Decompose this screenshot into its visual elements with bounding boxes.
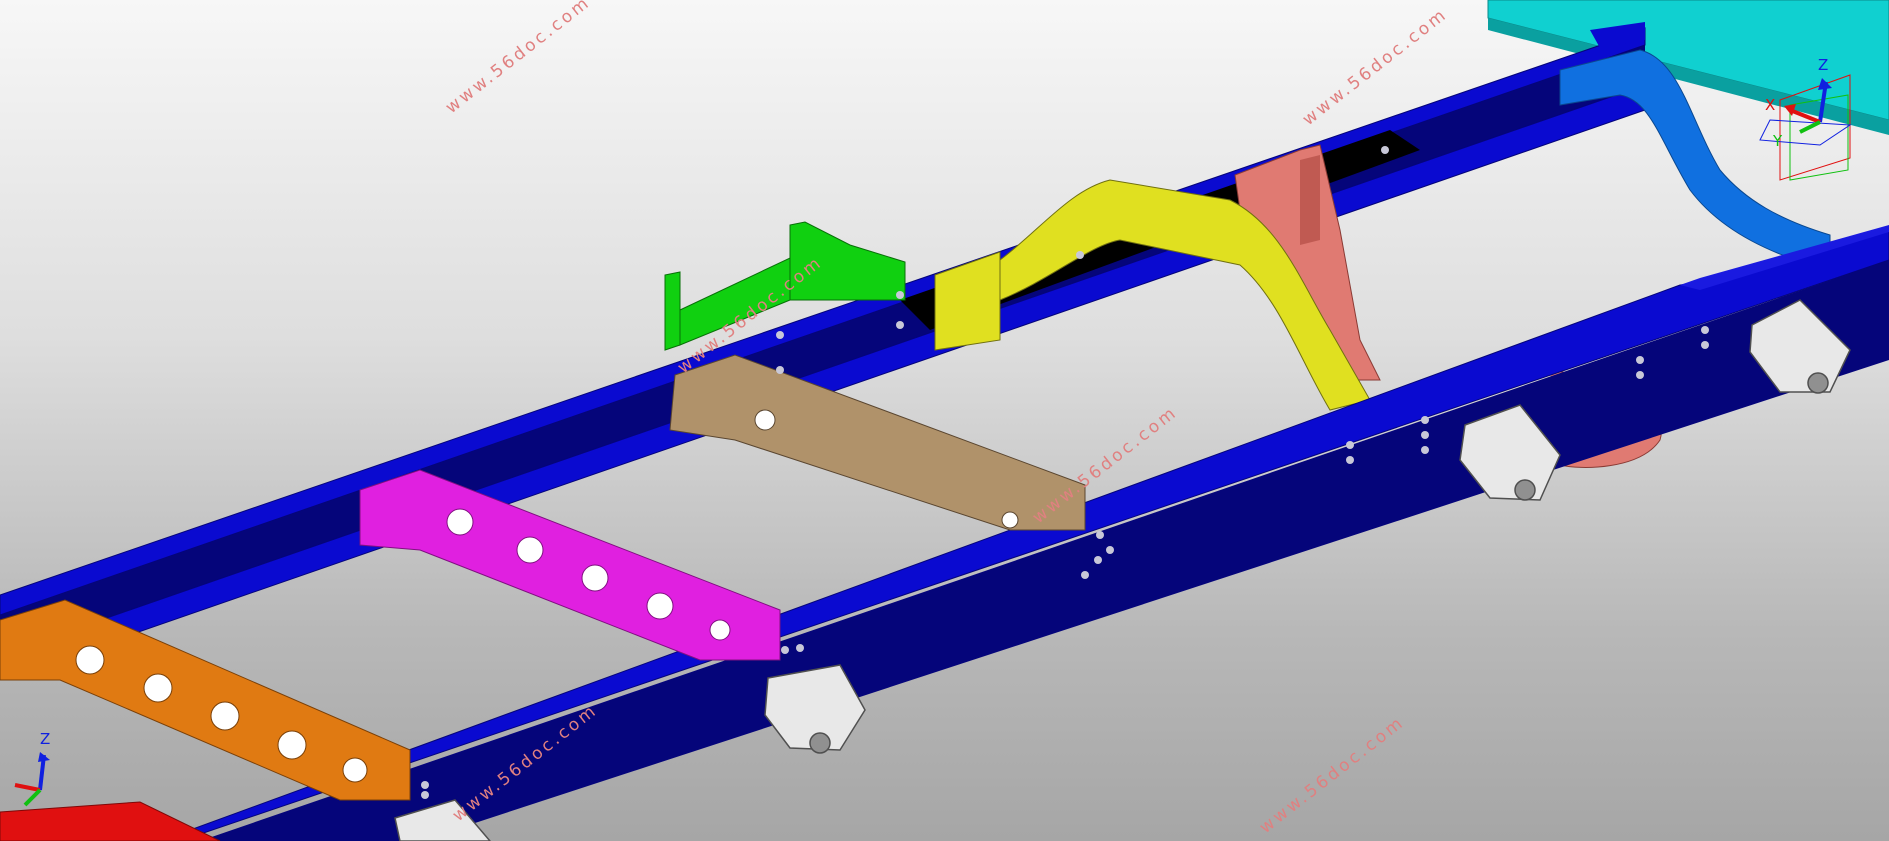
orange-crossmember[interactable]	[0, 599, 411, 801]
corner-orientation-triad	[14, 752, 50, 807]
magenta-crossmember[interactable]	[359, 469, 781, 661]
red-part[interactable]	[0, 801, 221, 841]
z-axis-label: Z	[1818, 56, 1829, 74]
truck-chassis-frame-model[interactable]	[0, 0, 1889, 841]
left-side-rail[interactable]	[0, 22, 1646, 681]
tan-crossmember[interactable]	[669, 354, 1086, 531]
corner-z-axis-label: Z	[40, 730, 51, 748]
y-axis-label: Y	[1773, 132, 1783, 150]
cad-3d-viewport[interactable]: Z X Y Z www.56doc.com www.56doc.com www.…	[0, 0, 1889, 841]
x-axis-label: X	[1765, 96, 1776, 114]
